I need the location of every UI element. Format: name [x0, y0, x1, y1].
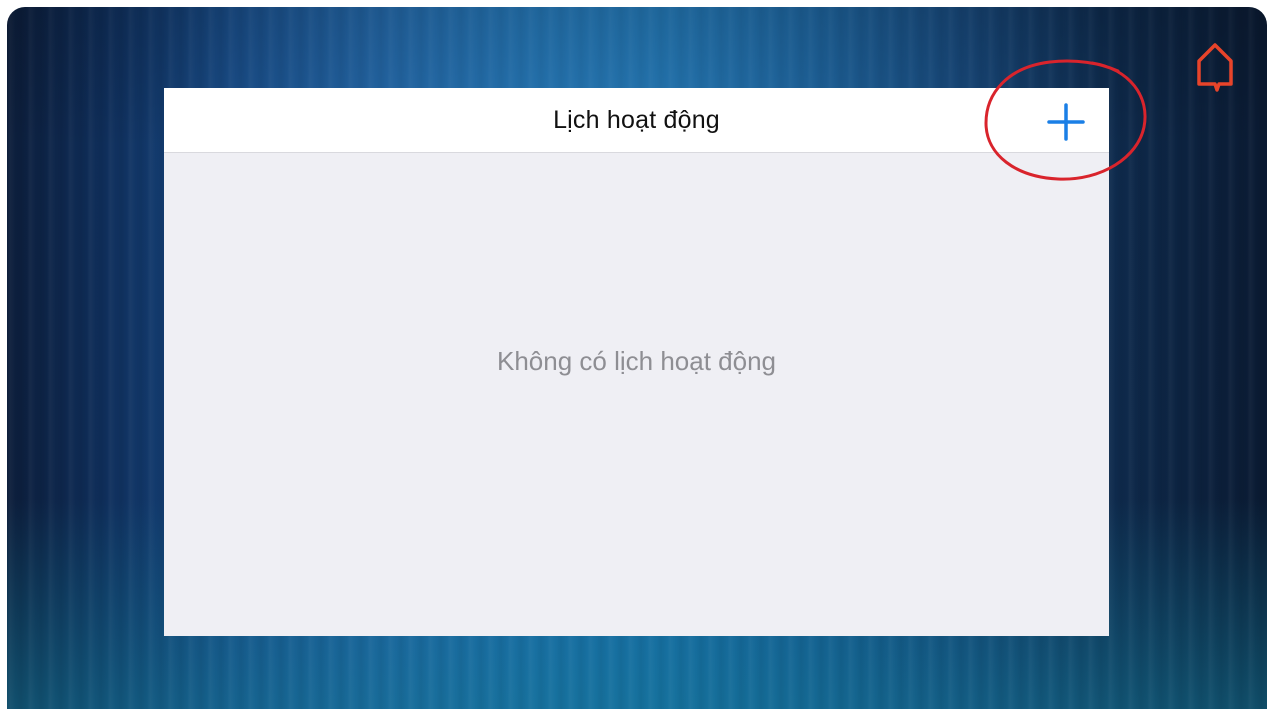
home-icon	[1197, 43, 1233, 92]
add-schedule-button[interactable]	[1046, 102, 1086, 142]
schedule-panel: Lịch hoạt động Không có lịch hoạt động	[164, 88, 1109, 636]
plus-icon	[1047, 103, 1085, 141]
page-title: Lịch hoạt động	[553, 105, 720, 134]
empty-state-message: Không có lịch hoạt động	[497, 346, 776, 376]
panel-header: Lịch hoạt động	[164, 88, 1109, 153]
home-button[interactable]	[1196, 41, 1234, 93]
